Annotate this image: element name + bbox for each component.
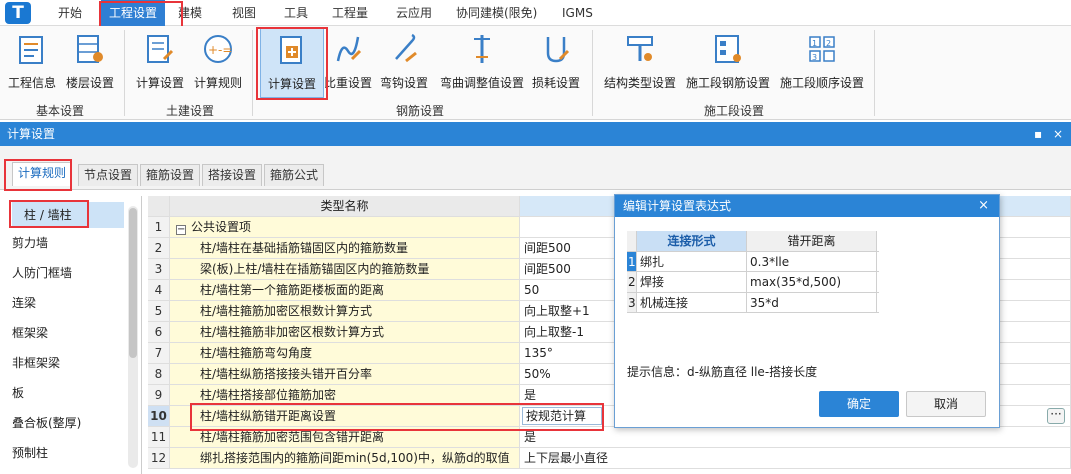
loss-settings-button[interactable]: 损耗设置 xyxy=(530,28,582,98)
panel-close-icon[interactable]: × xyxy=(1053,122,1063,146)
floor-settings-button[interactable]: 楼层设置 xyxy=(62,28,118,98)
calc-settings-icon xyxy=(147,35,174,63)
segment-order-settings-button[interactable]: 123 施工段顺序设置 xyxy=(776,28,868,98)
bend-adjust-settings-button[interactable]: 弯曲调整值设置 xyxy=(436,28,528,98)
menu-view[interactable]: 视图 xyxy=(232,0,256,26)
loss-settings-icon xyxy=(546,37,570,63)
calc-settings-icon xyxy=(280,36,302,64)
edit-expression-dialog: 编辑计算设置表达式 × 连接形式 错开距离 1 绑扎 0.3*lle 2 焊接 … xyxy=(614,194,1000,428)
project-info-button[interactable]: 工程信息 xyxy=(4,28,60,98)
bend-adjust-icon xyxy=(474,35,490,63)
table-row[interactable]: 11 柱/墙柱箍筋加密范围包含错开距离 是 xyxy=(148,427,1071,448)
table-row[interactable]: 2 焊接 max(35*d,500) xyxy=(627,272,879,293)
civil-calc-settings-button[interactable]: 计算设置 xyxy=(132,28,188,98)
group-basic-label: 基本设置 xyxy=(36,104,85,118)
column-header-offset-distance: 错开距离 xyxy=(747,231,877,251)
floor-settings-icon xyxy=(77,35,103,63)
list-item-non-frame-beam[interactable]: 非框架梁 xyxy=(12,350,60,376)
tab-bar: 计算规则 节点设置 箍筋设置 搭接设置 箍筋公式 xyxy=(0,146,1071,190)
dialog-close-icon[interactable]: × xyxy=(978,195,989,217)
hint-text: 提示信息：d-纵筋直径 lle-搭接长度 xyxy=(627,365,818,379)
calc-rules-icon: +-= xyxy=(204,35,232,63)
menu-project-settings[interactable]: 工程设置 xyxy=(101,0,166,26)
menu-cloud[interactable]: 云应用 xyxy=(396,0,432,26)
tab-calc-rules[interactable]: 计算规则 xyxy=(12,162,73,186)
panel-title: 计算设置 xyxy=(7,127,56,141)
tab-node-settings[interactable]: 节点设置 xyxy=(78,164,139,186)
svg-text:+-=: +-= xyxy=(208,43,232,57)
list-item-composite-slab[interactable]: 叠合板(整厚) xyxy=(12,410,81,436)
list-item-slab[interactable]: 板 xyxy=(12,380,24,406)
value-edit-field[interactable]: 按规范计算 xyxy=(522,407,602,425)
scroll-thumb[interactable] xyxy=(129,208,137,358)
svg-text:2: 2 xyxy=(826,39,831,48)
list-item-shear-wall[interactable]: 剪力墙 xyxy=(12,230,48,256)
list-item-coupling-beam[interactable]: 连梁 xyxy=(12,290,36,316)
list-scrollbar[interactable] xyxy=(128,206,138,468)
tab-stirrup-settings[interactable]: 箍筋设置 xyxy=(140,164,201,186)
list-item-column[interactable]: 柱 / 墙柱 xyxy=(12,202,124,228)
group-civil-label: 土建设置 xyxy=(166,104,215,118)
group-rebar-label: 钢筋设置 xyxy=(396,104,445,118)
column-header-connection-type: 连接形式 xyxy=(637,231,747,251)
table-row[interactable]: 1 绑扎 0.3*lle xyxy=(627,251,879,272)
menu-modeling[interactable]: 建模 xyxy=(178,0,202,26)
project-info-icon xyxy=(19,36,43,64)
density-settings-icon xyxy=(336,36,362,62)
dialog-title-bar[interactable]: 编辑计算设置表达式 × xyxy=(615,195,999,217)
structure-type-icon xyxy=(627,36,653,61)
structure-type-settings-button[interactable]: 结构类型设置 xyxy=(600,28,680,98)
ellipsis-button[interactable]: ··· xyxy=(1047,408,1065,424)
group-separator xyxy=(252,30,253,116)
segment-rebar-settings-button[interactable]: 施工段钢筋设置 xyxy=(682,28,774,98)
civil-calc-rules-button[interactable]: +-= 计算规则 xyxy=(190,28,246,98)
dialog-title: 编辑计算设置表达式 xyxy=(623,199,732,213)
tab-stirrup-formula[interactable]: 箍筋公式 xyxy=(264,164,325,186)
menu-tools[interactable]: 工具 xyxy=(284,0,308,26)
component-list: 柱 / 墙柱 剪力墙 人防门框墙 连梁 框架梁 非框架梁 板 叠合板(整厚) 预… xyxy=(0,196,142,474)
list-item-civil-defense-frame[interactable]: 人防门框墙 xyxy=(12,260,72,286)
menu-start[interactable]: 开始 xyxy=(58,0,82,26)
ok-button[interactable]: 确定 xyxy=(819,391,899,417)
collapse-icon[interactable]: − xyxy=(176,225,186,235)
hook-settings-button[interactable]: 弯钩设置 xyxy=(376,28,432,98)
rebar-calc-settings-button[interactable]: 计算设置 xyxy=(260,28,324,98)
connection-table: 连接形式 错开距离 1 绑扎 0.3*lle 2 焊接 max(35*d,500… xyxy=(627,231,879,313)
pin-icon[interactable]: ▪ xyxy=(1034,122,1042,146)
group-separator xyxy=(874,30,875,116)
svg-text:3: 3 xyxy=(812,53,817,62)
group-separator xyxy=(592,30,593,116)
menu-collab[interactable]: 协同建模(限免) xyxy=(456,0,537,26)
svg-text:1: 1 xyxy=(812,39,817,48)
density-settings-button[interactable]: 比重设置 xyxy=(324,28,372,98)
group-separator xyxy=(124,30,125,116)
hook-settings-icon xyxy=(395,33,417,63)
connection-table-header: 连接形式 错开距离 xyxy=(627,231,879,252)
segment-order-icon: 1 23 xyxy=(809,36,835,62)
table-row[interactable]: 3 机械连接 35*d xyxy=(627,292,879,313)
menu-igms[interactable]: IGMS xyxy=(562,0,593,26)
menu-bar: T 开始 工程设置 建模 视图 工具 工程量 云应用 协同建模(限免) IGMS xyxy=(0,0,1071,26)
app-logo-icon[interactable]: T xyxy=(5,2,31,24)
list-item-precast-column[interactable]: 预制柱 xyxy=(12,440,48,466)
list-item-frame-beam[interactable]: 框架梁 xyxy=(12,320,48,346)
column-header-name: 类型名称 xyxy=(170,196,520,216)
ribbon: 工程信息 楼层设置 基本设置 计算设置 +-= 计算规则 土建设置 计算设置 比… xyxy=(0,26,1071,120)
group-segment-label: 施工段设置 xyxy=(704,104,765,118)
table-row[interactable]: 12 绑扎搭接范围内的箍筋间距min(5d,100)中，纵筋d的取值 上下层最小… xyxy=(148,448,1071,469)
panel-title-bar: 计算设置 ▪ × xyxy=(0,122,1071,146)
menu-quantity[interactable]: 工程量 xyxy=(332,0,368,26)
tab-lap-settings[interactable]: 搭接设置 xyxy=(202,164,263,186)
segment-rebar-icon xyxy=(715,35,741,63)
cancel-button[interactable]: 取消 xyxy=(906,391,986,417)
